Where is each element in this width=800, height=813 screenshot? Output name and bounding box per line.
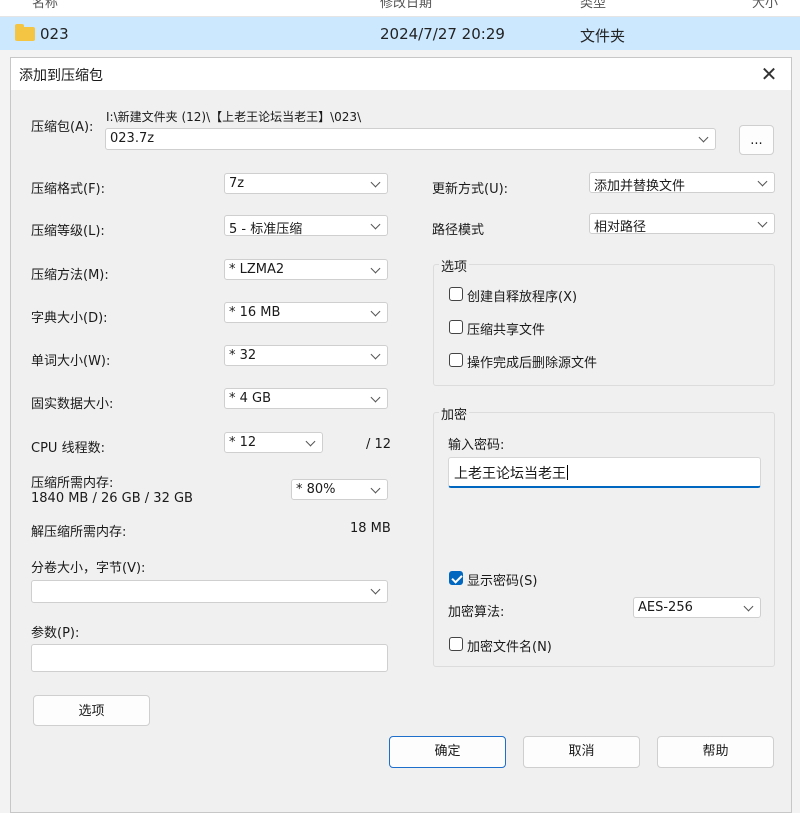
params-input[interactable] [31, 644, 388, 672]
cancel-button[interactable]: 取消 [523, 736, 640, 768]
encrypt-names-checkbox[interactable] [449, 637, 463, 651]
file-row-023[interactable]: 023 2024/7/27 20:29 文件夹 [0, 17, 800, 50]
encryption-group-title: 加密 [439, 404, 470, 423]
file-list-header: 名称 修改日期 类型 大小 [0, 0, 800, 17]
options-button[interactable]: 选项 [33, 695, 150, 726]
shared-label[interactable]: 压缩共享文件 [467, 319, 545, 338]
format-value: 7z [229, 176, 245, 191]
update-label: 更新方式(U): [432, 182, 509, 197]
pathmode-select[interactable]: 相对路径 [589, 213, 775, 235]
sfx-checkbox[interactable] [449, 287, 463, 301]
level-value: 5 - 标准压缩 [229, 222, 303, 237]
volume-combo[interactable] [31, 580, 388, 603]
encryption-method-label: 加密算法: [448, 605, 505, 620]
encryption-method-value: AES-256 [638, 600, 693, 615]
browse-button[interactable]: ... [739, 125, 774, 155]
folder-icon [15, 24, 35, 41]
ok-button[interactable]: 确定 [389, 736, 506, 768]
params-label: 参数(P): [31, 626, 80, 641]
method-label: 压缩方法(M): [31, 268, 109, 283]
chevron-down-icon [743, 601, 754, 612]
pathmode-label: 路径模式 [432, 223, 485, 238]
encrypt-names-label[interactable]: 加密文件名(N) [467, 636, 552, 655]
file-name: 023 [40, 25, 69, 43]
password-label: 输入密码: [448, 438, 505, 453]
threads-label: CPU 线程数: [31, 441, 105, 456]
update-value: 添加并替换文件 [594, 179, 686, 194]
options-group-title: 选项 [439, 256, 470, 275]
archive-label: 压缩包(A): [31, 120, 94, 135]
format-select[interactable]: 7z [224, 173, 388, 194]
chevron-down-icon [370, 306, 381, 317]
word-value: * 32 [229, 348, 257, 363]
dict-select[interactable]: * 16 MB [224, 302, 388, 323]
column-modified[interactable]: 修改日期 [380, 0, 432, 11]
chevron-down-icon [370, 584, 381, 595]
add-to-archive-dialog: 添加到压缩包 ✕ 压缩包(A): I:\新建文件夹 (12)\【上老王论坛当老王… [10, 57, 792, 813]
solid-value: * 4 GB [229, 391, 272, 406]
chevron-down-icon [698, 132, 709, 143]
word-select[interactable]: * 32 [224, 345, 388, 366]
chevron-down-icon [370, 392, 381, 403]
chevron-down-icon [370, 263, 381, 274]
archive-name-value: 023.7z [110, 131, 155, 146]
password-value: 上老王论坛当老王 [454, 465, 568, 482]
chevron-down-icon [757, 176, 768, 187]
memory-select[interactable]: * 80% [291, 479, 388, 500]
password-input[interactable]: 上老王论坛当老王 [448, 457, 761, 488]
show-password-checkbox[interactable] [449, 571, 463, 585]
delete-checkbox[interactable] [449, 353, 463, 367]
solid-select[interactable]: * 4 GB [224, 388, 388, 409]
file-modified: 2024/7/27 20:29 [380, 25, 505, 43]
close-icon[interactable]: ✕ [747, 58, 791, 90]
archive-path: I:\新建文件夹 (12)\【上老王论坛当老王】\023\ [106, 110, 362, 124]
file-type: 文件夹 [580, 27, 626, 45]
dict-label: 字典大小(D): [31, 311, 108, 326]
method-value: * LZMA2 [229, 262, 285, 277]
pathmode-value: 相对路径 [594, 220, 647, 235]
word-label: 单词大小(W): [31, 354, 111, 369]
decomp-label: 解压缩所需内存: [31, 525, 127, 540]
level-select[interactable]: 5 - 标准压缩 [224, 215, 388, 237]
column-size[interactable]: 大小 [752, 0, 778, 11]
threads-select[interactable]: * 12 [224, 432, 323, 453]
archive-name-combo[interactable]: 023.7z [105, 128, 716, 150]
chevron-down-icon [370, 483, 381, 494]
delete-label[interactable]: 操作完成后删除源文件 [467, 352, 597, 371]
show-password-label[interactable]: 显示密码(S) [467, 570, 537, 589]
chevron-down-icon [370, 177, 381, 188]
dict-value: * 16 MB [229, 305, 281, 320]
level-label: 压缩等级(L): [31, 224, 105, 239]
volume-label: 分卷大小，字节(V): [31, 561, 146, 576]
method-select[interactable]: * LZMA2 [224, 259, 388, 280]
encryption-method-select[interactable]: AES-256 [633, 597, 761, 618]
memory-value: * 80% [296, 482, 336, 497]
chevron-down-icon [370, 349, 381, 360]
memory-label: 压缩所需内存: [31, 476, 114, 491]
chevron-down-icon [757, 217, 768, 228]
dialog-title: 添加到压缩包 [19, 68, 103, 84]
sfx-label[interactable]: 创建自释放程序(X) [467, 286, 577, 305]
threads-value: * 12 [229, 435, 257, 450]
threads-max: / 12 [366, 437, 392, 452]
help-button[interactable]: 帮助 [657, 736, 774, 768]
column-name[interactable]: 名称 [32, 0, 58, 11]
column-type[interactable]: 类型 [580, 0, 606, 11]
chevron-down-icon [305, 436, 316, 447]
format-label: 压缩格式(F): [31, 182, 106, 197]
title-bar: 添加到压缩包 ✕ [11, 58, 791, 90]
solid-label: 固实数据大小: [31, 397, 114, 412]
update-select[interactable]: 添加并替换文件 [589, 172, 775, 194]
memory-detail: 1840 MB / 26 GB / 32 GB [31, 491, 193, 506]
decomp-value: 18 MB [350, 521, 391, 536]
chevron-down-icon [370, 219, 381, 230]
shared-checkbox[interactable] [449, 320, 463, 334]
